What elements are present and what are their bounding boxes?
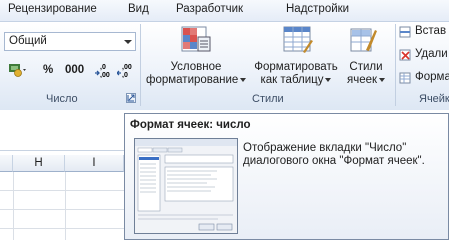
tab-addins[interactable]: Надстройки xyxy=(286,3,349,15)
percent-button[interactable]: % xyxy=(43,64,53,76)
super-tooltip: Формат ячеек: число Отображение вкладки … xyxy=(124,113,449,240)
column-header-i[interactable]: I xyxy=(65,155,124,172)
cell-styles-label-2: ячеек xyxy=(346,74,378,86)
group-separator xyxy=(140,24,141,106)
conditional-formatting-icon[interactable] xyxy=(181,26,211,57)
svg-text:,0: ,0 xyxy=(122,72,128,78)
format-as-table-label-1: Форматировать xyxy=(254,61,338,73)
column-header-h[interactable]: H xyxy=(13,155,65,172)
delete-cells-icon[interactable] xyxy=(399,49,413,64)
conditional-formatting-label-1: Условное xyxy=(170,61,222,73)
gridline xyxy=(0,209,124,210)
chevron-down-icon xyxy=(379,77,386,82)
svg-text:,00: ,00 xyxy=(100,72,110,78)
tab-view[interactable]: Вид xyxy=(128,3,149,15)
chevron-down-icon xyxy=(325,77,332,82)
currency-format-icon[interactable] xyxy=(8,62,28,81)
number-format-combo[interactable]: Общий xyxy=(4,32,136,51)
cell-styles-button[interactable]: Стили ячеек xyxy=(344,61,388,87)
format-cells-button[interactable]: Форма xyxy=(415,71,449,83)
tooltip-title: Формат ячеек: число xyxy=(130,119,251,131)
ribbon-tab-bar: Рецензирование Вид Разработчик Надстройк… xyxy=(0,0,449,21)
number-format-dialog-launcher[interactable] xyxy=(126,93,136,103)
format-as-table-button[interactable]: Форматировать как таблицу xyxy=(248,61,344,87)
insert-cells-button[interactable]: Встав xyxy=(415,25,446,37)
insert-cells-icon[interactable] xyxy=(399,26,413,41)
chevron-down-icon xyxy=(240,77,247,82)
format-as-table-icon[interactable] xyxy=(283,26,313,57)
gridline xyxy=(13,172,14,240)
delete-cells-button[interactable]: Удали xyxy=(415,48,448,60)
svg-text:,0: ,0 xyxy=(100,64,106,71)
conditional-formatting-label-2: форматирование xyxy=(146,74,239,86)
format-as-table-label-2: как таблицу xyxy=(260,74,324,86)
group-label-styles: Стили xyxy=(252,93,284,105)
tab-developer[interactable]: Разработчик xyxy=(176,3,243,15)
cell-styles-label-1: Стили xyxy=(349,61,383,73)
format-cells-icon[interactable] xyxy=(399,72,413,87)
tooltip-description: Отображение вкладки "Число" диалогового … xyxy=(243,142,425,167)
format-cells-dialog-thumbnail xyxy=(134,138,238,234)
cell-styles-icon[interactable] xyxy=(350,26,378,57)
svg-text:,00: ,00 xyxy=(122,64,132,71)
gridline xyxy=(65,172,66,240)
group-separator xyxy=(395,24,396,106)
gridline xyxy=(0,228,124,229)
number-format-value: Общий xyxy=(9,35,47,47)
group-label-cells: Ячейк xyxy=(419,93,449,105)
group-label-number: Число xyxy=(46,93,78,105)
decrease-decimal-icon[interactable]: ,00 ,0 xyxy=(116,62,137,81)
column-header-partial[interactable] xyxy=(0,155,13,172)
thousands-separator-button[interactable]: 000 xyxy=(65,64,84,76)
chevron-down-icon[interactable] xyxy=(124,40,132,44)
gridline xyxy=(0,190,124,191)
tab-review[interactable]: Рецензирование xyxy=(8,3,97,15)
conditional-formatting-button[interactable]: Условное форматирование xyxy=(146,61,247,87)
increase-decimal-icon[interactable]: ,0 ,00 xyxy=(94,62,114,81)
